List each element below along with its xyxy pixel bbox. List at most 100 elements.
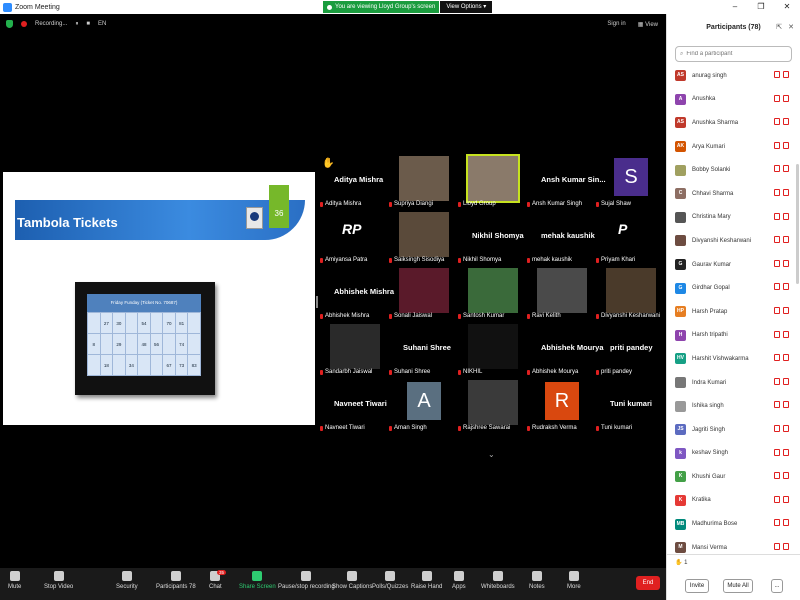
video-off-icon (783, 448, 789, 456)
pop-out-icon[interactable]: ⇱ (776, 23, 782, 31)
participant-tile[interactable]: Santosh Kumar (458, 265, 524, 321)
participant-item[interactable]: HV Harshit Vishwakarma (667, 347, 795, 371)
muted-mic-icon (458, 369, 461, 375)
participant-item[interactable]: G Gaurav Kumar (667, 253, 795, 277)
language-button[interactable]: EN (98, 21, 106, 27)
participant-item[interactable]: k keshav Singh (667, 442, 795, 466)
search-input[interactable] (686, 51, 787, 57)
muted-mic-icon (596, 201, 599, 207)
mute-button[interactable]: Mute (8, 571, 21, 590)
participant-tile[interactable]: RP Amiyansa Patra (320, 209, 386, 265)
pause-recording-button-toolbar[interactable]: Pause/stop recording (278, 571, 335, 590)
muted-mic-icon (527, 201, 530, 207)
participant-tile[interactable]: P Priyam Khari (596, 209, 662, 265)
participant-tile[interactable]: Navneet Tiwari Navneet Tiwari (320, 377, 387, 433)
participant-tile[interactable]: Lloyd Group (458, 153, 524, 209)
participant-item[interactable]: JS Jagriti Singh (667, 418, 795, 442)
ticket-cell: 54 (137, 312, 151, 334)
participant-tile[interactable]: R Rudraksh Verma (527, 377, 593, 433)
panel-scrollbar[interactable] (796, 164, 799, 284)
mute-all-button[interactable]: Mute All (723, 579, 753, 593)
security-button[interactable]: Security (116, 571, 138, 590)
sign-in-link[interactable]: Sign in (607, 21, 625, 28)
invite-button[interactable]: Invite (685, 579, 709, 593)
notes-button[interactable]: Notes (529, 571, 545, 590)
participant-item[interactable]: M Mansi Verma (667, 536, 795, 554)
participant-tile[interactable]: Abhishek Mishra Abhishek Mishra (320, 265, 394, 321)
video-off-icon (783, 306, 789, 314)
participant-item[interactable]: Bobby Solanki (667, 158, 795, 182)
muted-mic-icon (458, 425, 461, 431)
stop-video-button[interactable]: Stop Video (44, 571, 73, 590)
participant-tile[interactable]: Ansh Kumar Sin... Ansh Kumar Singh (527, 153, 606, 209)
recording-status: Recording... (35, 21, 68, 27)
participant-tile[interactable]: Sandarbh Jaiswal (320, 321, 386, 377)
view-options-button[interactable]: View Options ▾ (440, 1, 493, 13)
whiteboards-button[interactable]: Whiteboards (481, 571, 515, 590)
participant-item[interactable]: MB Madhurima Bose (667, 512, 795, 536)
view-button[interactable]: ▦ View (638, 21, 658, 28)
participant-tile[interactable]: Saiksingh Sisodiya (389, 209, 455, 265)
participant-tile[interactable]: S Sujal Shaw (596, 153, 662, 209)
end-meeting-button[interactable]: End (636, 576, 660, 590)
participant-tile[interactable]: Rajshree Sawarai (458, 377, 524, 433)
participant-item[interactable]: Ishika singh (667, 394, 795, 418)
participant-item[interactable]: AS Anushka Sharma (667, 111, 795, 135)
participant-tile[interactable]: NIKHIL (458, 321, 524, 377)
share-dot-icon (327, 4, 332, 10)
maximize-button[interactable]: ❐ (748, 0, 774, 14)
participant-item[interactable]: G Girdhar Gopal (667, 276, 795, 300)
participant-item[interactable]: K Kratika (667, 489, 795, 513)
chat-button[interactable]: 35 Chat (209, 570, 227, 590)
participant-item[interactable]: K Khushi Gaur (667, 465, 795, 489)
minimize-button[interactable]: – (722, 0, 748, 14)
close-button[interactable]: ✕ (774, 0, 800, 14)
ticket-cell (124, 333, 139, 355)
participants-button[interactable]: Participants 78 (156, 571, 196, 590)
participant-tile[interactable]: mehak kaushik mehak kaushik (527, 209, 595, 265)
gallery-row: Navneet Tiwari Navneet Tiwari A Aman Singh R… (320, 377, 666, 433)
participant-tile[interactable]: Sonali Jaiswal (389, 265, 455, 321)
participant-tile[interactable]: Supriya Diangi (389, 153, 455, 209)
share-screen-icon (252, 571, 263, 581)
apps-button[interactable]: Apps (452, 571, 466, 590)
participant-tile[interactable]: Nikhil Shomya Nikhil Shomya (458, 209, 524, 265)
participant-tile[interactable]: Tuni kumari Tuni kumari (596, 377, 662, 433)
participant-item[interactable]: Christina Mary (667, 206, 795, 230)
participant-item[interactable]: HP Harsh Pratap (667, 300, 795, 324)
share-screen-button[interactable]: Share Screen (239, 571, 276, 590)
participant-tile[interactable]: Suhani Shree Suhani Shree (389, 321, 455, 377)
participant-tile[interactable]: Ravi Kelith (527, 265, 593, 321)
muted-mic-icon (774, 330, 780, 338)
participant-item[interactable]: AK Arya Kumari (667, 135, 795, 159)
participant-item[interactable]: C Chhavi Sharma (667, 182, 795, 206)
gallery-scroll-down-icon[interactable]: ⌄ (488, 450, 495, 459)
participant-item[interactable]: A Anushka (667, 88, 795, 112)
avatar: H (675, 329, 686, 341)
more-button[interactable]: More (567, 571, 581, 590)
captions-button[interactable]: Show Captions (332, 571, 372, 590)
participant-item[interactable]: H Harsh tripathi (667, 324, 795, 348)
participant-item[interactable]: Indra Kumari (667, 371, 795, 395)
gallery-row: Abhishek Mishra Abhishek Mishra Sonali Jai… (320, 265, 666, 321)
participant-tile[interactable]: priti pandey priti pandey (596, 321, 662, 377)
split-handle[interactable] (316, 296, 318, 308)
pause-recording-button[interactable]: ⏸ (75, 21, 78, 28)
video-feed (468, 380, 518, 425)
participant-item[interactable]: Divyanshi Kesharwani (667, 229, 795, 253)
stop-recording-button[interactable]: ■ (86, 21, 90, 27)
participant-item[interactable]: AS anurag singh (667, 64, 795, 88)
shield-icon[interactable] (6, 20, 13, 28)
notes-icon (531, 571, 542, 581)
raise-hand-button[interactable]: Raise Hand (411, 571, 442, 590)
participant-search[interactable]: ⌕ (675, 46, 792, 62)
participant-tile[interactable]: A Aman Singh (389, 377, 455, 433)
hand-icon (421, 571, 432, 581)
close-panel-icon[interactable]: ✕ (788, 23, 794, 31)
participant-tile[interactable]: Abhishek Mourya Abhishek Mourya (527, 321, 604, 377)
panel-more-button[interactable]: ... (771, 579, 783, 593)
microphone-icon (9, 571, 20, 581)
polls-button[interactable]: Polls/Quizzes (372, 571, 408, 590)
participant-tile[interactable]: Divyanshi Kesharwani (596, 265, 662, 321)
participant-tile[interactable]: Aditya Mishra Aditya Mishra (320, 153, 386, 209)
